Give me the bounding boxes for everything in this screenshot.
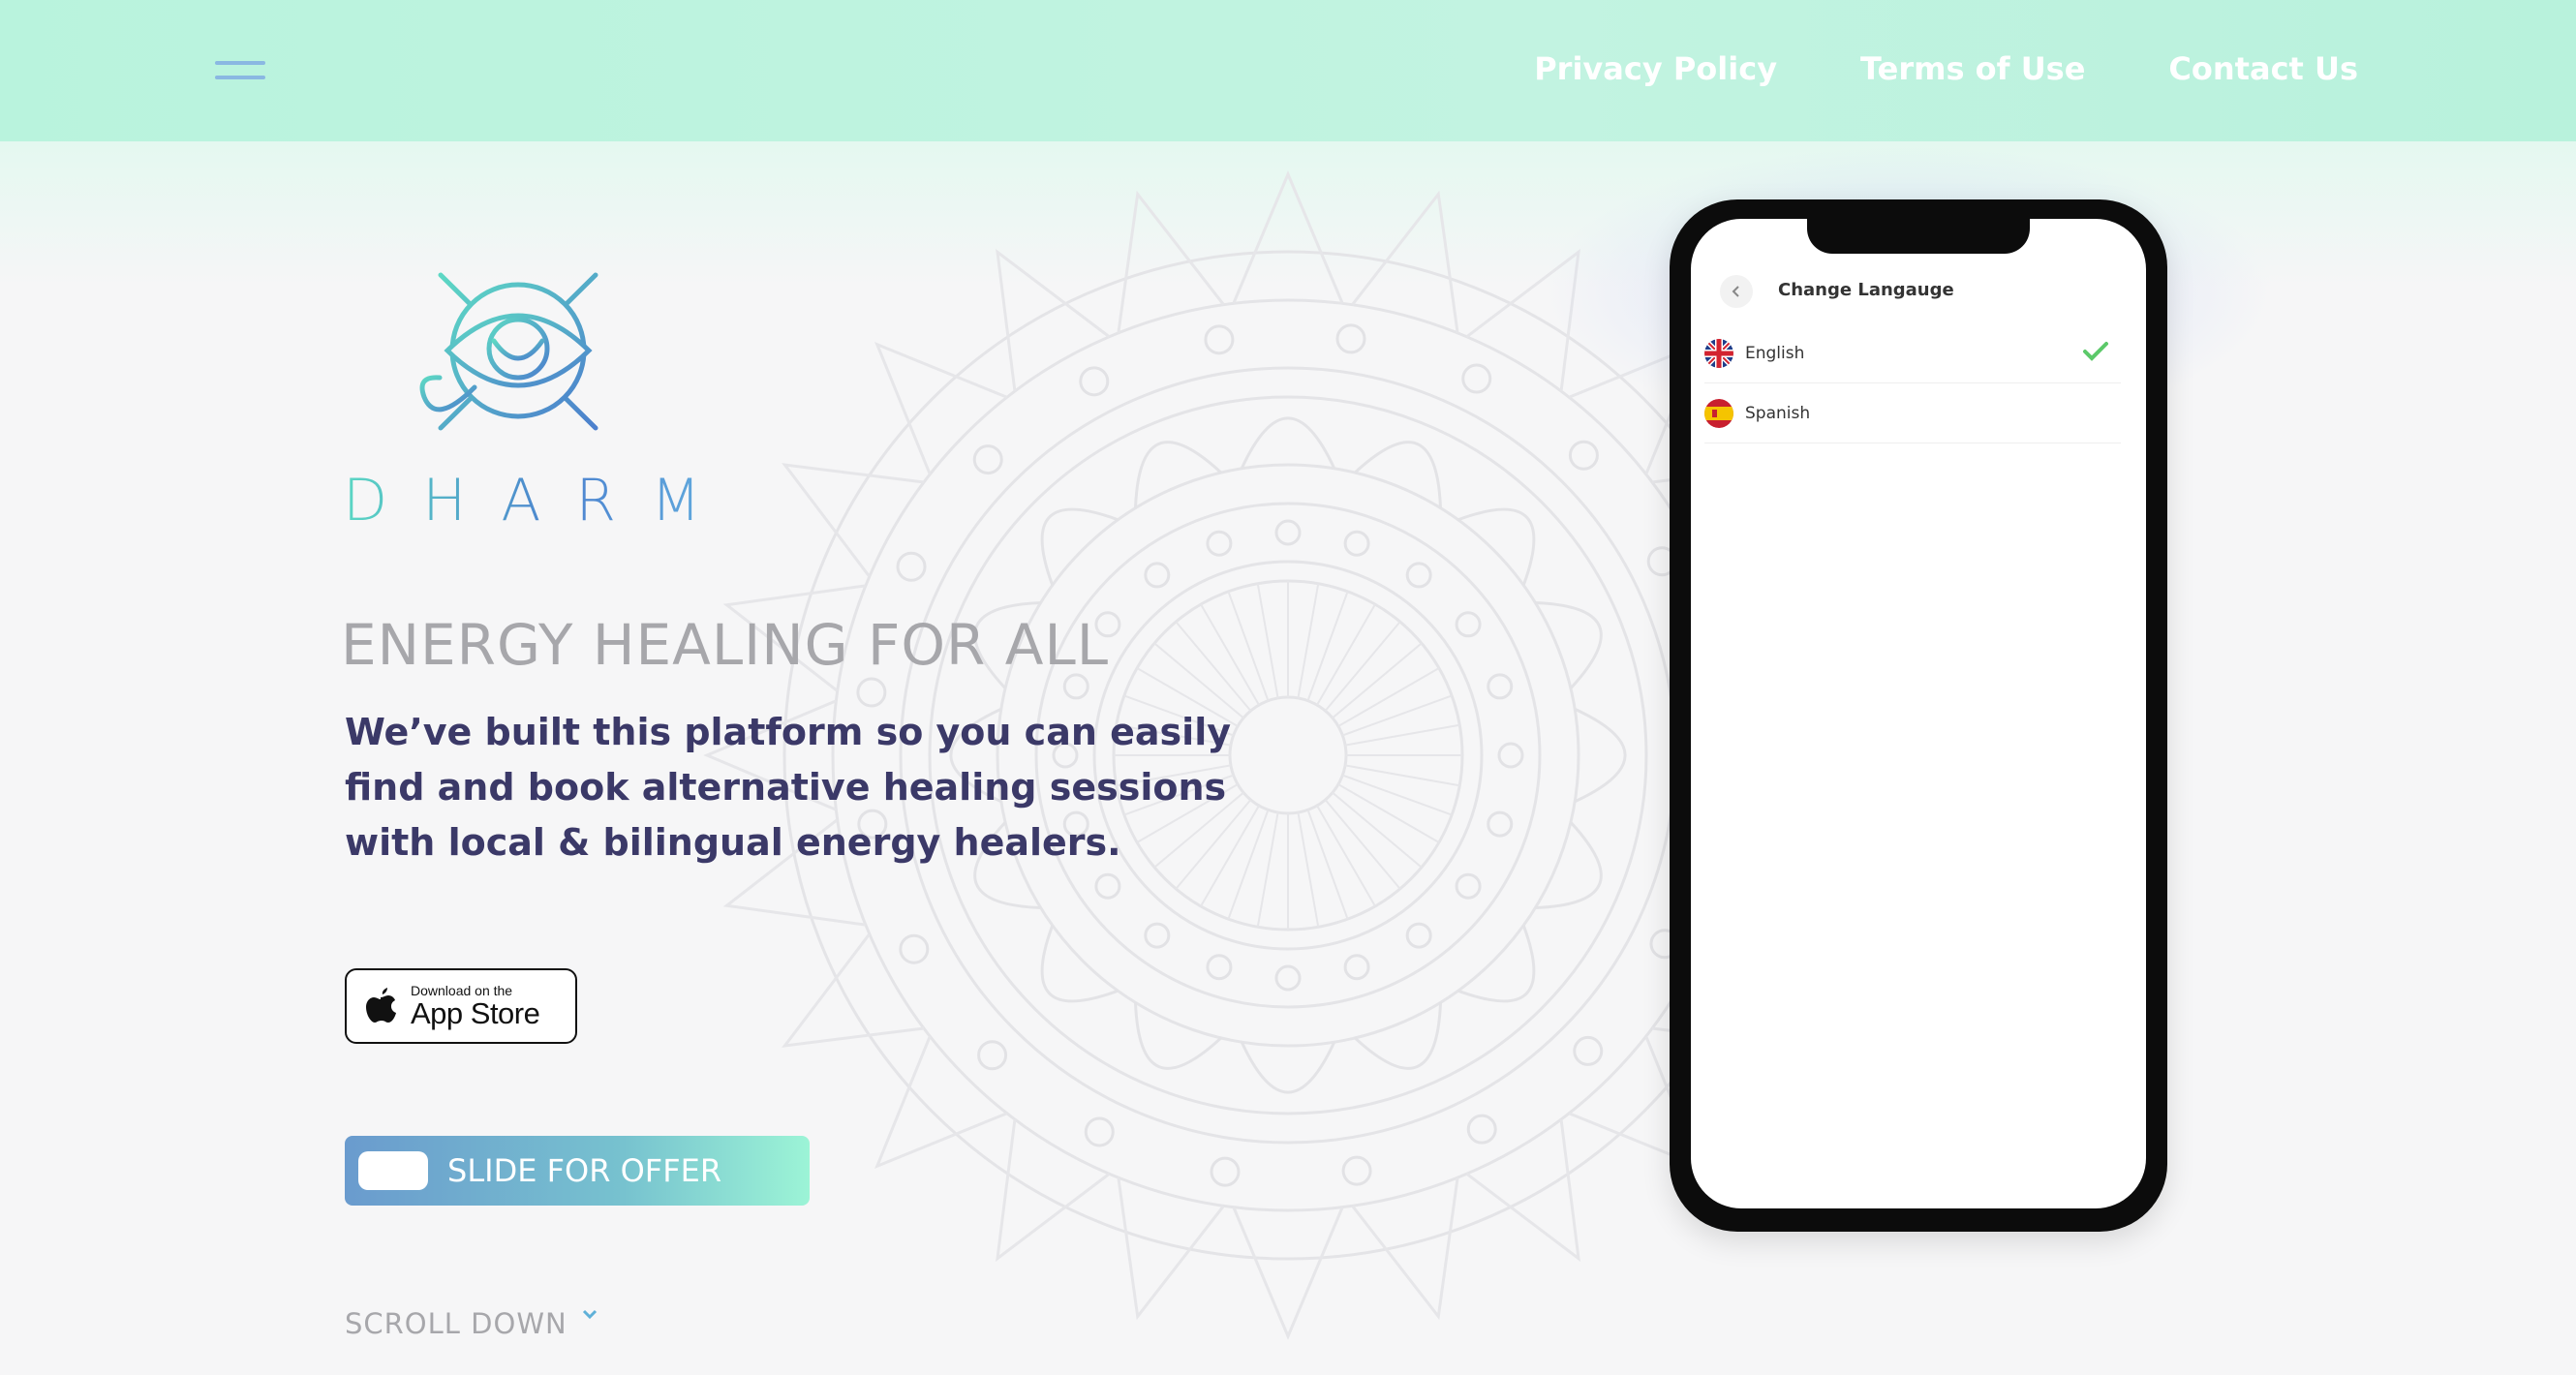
- hamburger-menu-icon[interactable]: [215, 58, 267, 83]
- language-option-english[interactable]: English: [1704, 323, 2121, 383]
- eye-sun-icon: [402, 235, 634, 468]
- uk-flag-icon: [1704, 338, 1733, 368]
- menu-line: [215, 76, 265, 79]
- menu-line: [215, 61, 265, 65]
- phone-screen: Change Langauge English Spanish: [1691, 219, 2146, 1208]
- language-option-spanish[interactable]: Spanish: [1704, 383, 2121, 443]
- top-header: Privacy Policy Terms of Use Contact Us: [0, 0, 2576, 141]
- apple-icon: [366, 988, 396, 1023]
- app-store-button[interactable]: Download on the App Store: [345, 968, 577, 1044]
- scroll-down-label: SCROLL DOWN: [345, 1307, 567, 1340]
- spain-flag-icon: [1704, 398, 1733, 428]
- language-name: Spanish: [1745, 403, 1811, 423]
- screen-title: Change Langauge: [1778, 280, 1954, 300]
- chevron-down-icon: [582, 1309, 597, 1320]
- scroll-down[interactable]: SCROLL DOWN: [345, 1307, 598, 1340]
- checkmark-icon: [2083, 342, 2108, 361]
- back-icon[interactable]: [1720, 275, 1753, 308]
- phone-notch: [1807, 219, 2030, 254]
- hero-tagline: ENERGY HEALING FOR ALL: [341, 612, 1110, 678]
- hero-description: We’ve built this platform so you can eas…: [345, 711, 1231, 864]
- slide-for-offer[interactable]: SLIDE FOR OFFER: [345, 1136, 810, 1206]
- top-nav: Privacy Policy Terms of Use Contact Us: [1534, 50, 2358, 87]
- app-store-big: App Store: [411, 996, 540, 1030]
- phone-mockup: Change Langauge English Spanish: [1670, 199, 2167, 1232]
- nav-contact-us[interactable]: Contact Us: [2168, 50, 2358, 87]
- nav-privacy-policy[interactable]: Privacy Policy: [1534, 50, 1777, 87]
- language-name: English: [1745, 343, 1805, 363]
- app-store-text: Download on the App Store: [411, 983, 540, 1030]
- slide-label: SLIDE FOR OFFER: [447, 1152, 722, 1189]
- nav-terms-of-use[interactable]: Terms of Use: [1860, 50, 2085, 87]
- slide-knob[interactable]: [358, 1151, 428, 1190]
- brand-wordmark: DHARMA: [343, 467, 811, 535]
